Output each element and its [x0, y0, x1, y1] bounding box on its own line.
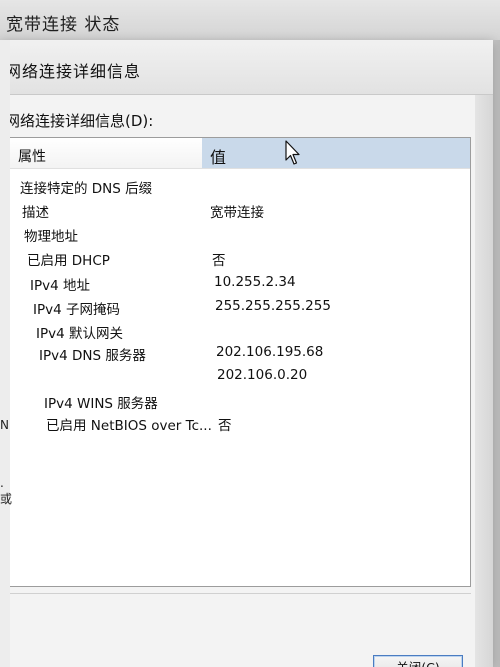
list-row[interactable]: IPv4 DNS 服务器 202.106.195.68 — [8, 341, 470, 364]
list-row[interactable]: IPv4 默认网关 — [8, 319, 470, 342]
row-value: 宽带连接 — [210, 205, 264, 221]
list-row[interactable]: IPv4 地址 10.255.2.34 — [8, 271, 470, 294]
mouse-pointer-icon — [285, 140, 300, 165]
row-property: 已启用 NetBIOS over Tc... — [46, 418, 212, 434]
column-header-value[interactable]: 值 — [202, 138, 470, 168]
status-window-title: 宽带连接 状态 — [6, 15, 121, 35]
list-row[interactable]: IPv4 WINS 服务器 — [8, 389, 470, 412]
list-row[interactable]: 已启用 DHCP 否 — [8, 246, 470, 269]
row-value: 否 — [218, 418, 232, 434]
row-property: IPv4 DNS 服务器 — [39, 348, 146, 364]
row-value: 否 — [212, 253, 226, 269]
row-property: IPv4 地址 — [30, 278, 90, 294]
row-property: 描述 — [22, 205, 49, 221]
list-row[interactable]: IPv4 子网掩码 255.255.255.255 — [8, 295, 470, 318]
dialog-edge — [475, 95, 493, 667]
column-header-value-label: 值 — [210, 148, 227, 167]
dialog-title: 网络连接详细信息 — [5, 62, 142, 81]
list-row[interactable]: 202.106.0.20 — [8, 364, 470, 386]
list-row[interactable]: 描述 宽带连接 — [8, 198, 470, 221]
details-section-label: 网络连接详细信息(D): — [5, 112, 154, 130]
background-text-fragment: . 或 — [0, 476, 13, 506]
row-value: 10.255.2.34 — [214, 274, 296, 290]
row-value: 202.106.0.20 — [217, 367, 308, 383]
column-header-property[interactable]: 属性 — [18, 146, 46, 166]
dialog-body: 网络连接详细信息(D): 属性 值 连接特定的 DNS 后缀 描述 宽带连接 物… — [1, 95, 493, 667]
background-window-strip: N . 或 — [0, 40, 13, 667]
row-property: IPv4 WINS 服务器 — [44, 396, 158, 412]
screen: 宽带连接 状态 网络连接详细信息 网络连接详细信息(D): 属性 值 连接特定的… — [0, 0, 500, 667]
row-value: 202.106.195.68 — [216, 344, 324, 360]
row-property: 连接特定的 DNS 后缀 — [20, 181, 153, 197]
list-row[interactable]: 连接特定的 DNS 后缀 — [8, 174, 470, 197]
list-row[interactable]: 已启用 NetBIOS over Tc... 否 — [8, 411, 470, 434]
row-value: 255.255.255.255 — [215, 298, 331, 314]
row-property: 物理地址 — [24, 229, 78, 245]
status-window-titlebar: 宽带连接 状态 — [0, 0, 500, 41]
network-details-dialog: 网络连接详细信息 网络连接详细信息(D): 属性 值 连接特定的 DNS 后缀 — [0, 40, 493, 667]
background-text-fragment: N — [0, 418, 9, 432]
details-listview[interactable]: 属性 值 连接特定的 DNS 后缀 描述 宽带连接 物理地址 已启用 DHCP … — [7, 137, 471, 587]
dialog-titlebar: 网络连接详细信息 — [1, 40, 493, 95]
row-property: IPv4 子网掩码 — [33, 302, 120, 318]
close-button[interactable]: 关闭(C) — [373, 655, 463, 667]
list-header: 属性 值 — [8, 138, 470, 169]
row-property: 已启用 DHCP — [27, 253, 110, 269]
list-row[interactable]: 物理地址 — [8, 222, 470, 245]
divider — [7, 593, 471, 594]
row-property: IPv4 默认网关 — [36, 326, 123, 342]
